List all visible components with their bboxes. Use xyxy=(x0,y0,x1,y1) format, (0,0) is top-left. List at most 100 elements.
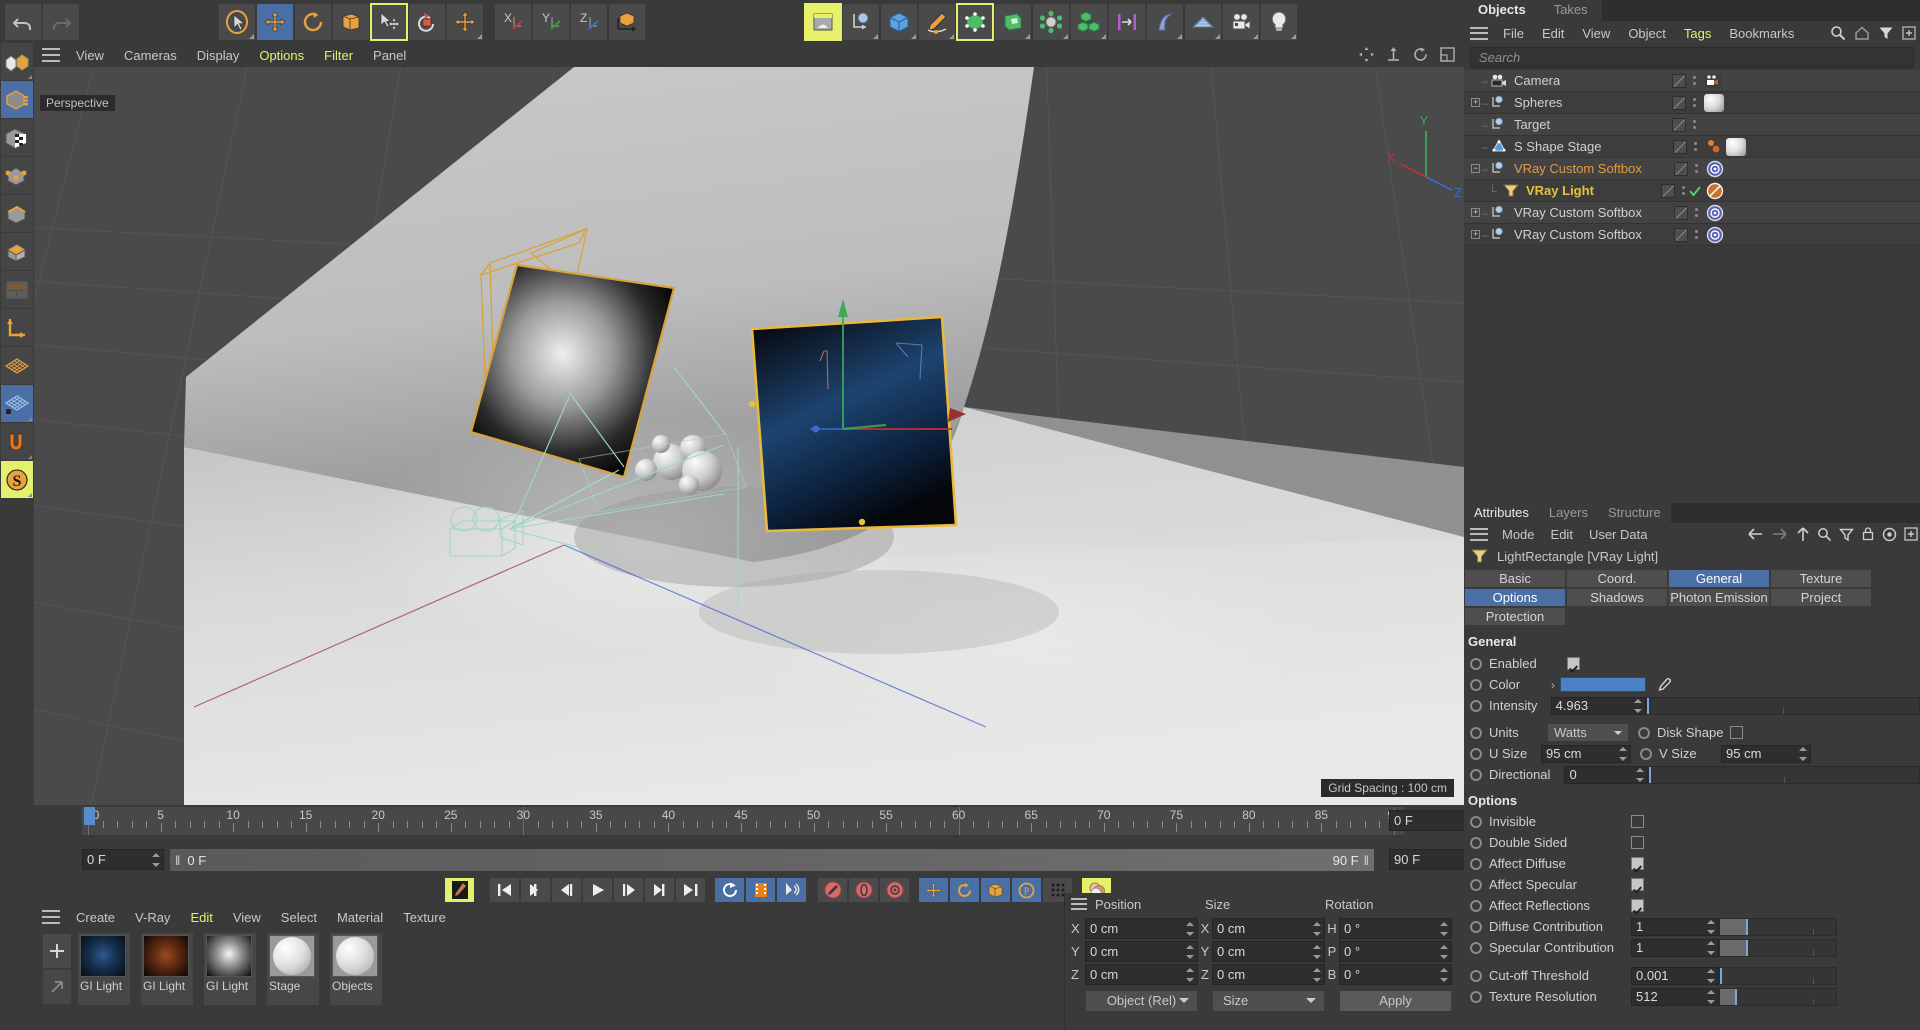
visibility-toggle[interactable] xyxy=(1673,140,1687,154)
viewport-hamburger-icon[interactable] xyxy=(42,48,60,62)
object-row-target[interactable]: – Target xyxy=(1464,114,1920,136)
current-frame-field[interactable]: 0 F xyxy=(82,849,164,870)
s-logo-icon[interactable]: S xyxy=(1,461,33,499)
next-frame-button[interactable] xyxy=(613,877,644,903)
vray-tag-icon[interactable] xyxy=(1705,138,1723,156)
rotate-object-tool[interactable] xyxy=(408,3,446,41)
enabled-checkbox[interactable] xyxy=(1567,657,1580,670)
rotation-h-spinner[interactable] xyxy=(1440,922,1448,936)
align-button[interactable] xyxy=(1108,3,1146,41)
expander-plus[interactable]: + xyxy=(1471,208,1480,217)
position-z-field[interactable]: 0 cm xyxy=(1085,964,1198,985)
material-menu-select[interactable]: Select xyxy=(271,908,327,927)
material-menu-material[interactable]: Material xyxy=(327,908,393,927)
mograph-button[interactable] xyxy=(1032,3,1070,41)
nurbs-button[interactable] xyxy=(1146,3,1184,41)
object-row-s-shape-stage[interactable]: – S Shape Stage xyxy=(1464,136,1920,158)
floor-environment-button[interactable] xyxy=(1184,3,1222,41)
move-axis-tool[interactable] xyxy=(446,3,484,41)
ptab-general[interactable]: General xyxy=(1668,569,1770,588)
double-sided-anim-dot[interactable] xyxy=(1470,837,1482,849)
tab-layers[interactable]: Layers xyxy=(1539,503,1598,523)
visibility-dots[interactable] xyxy=(1692,76,1696,85)
viewport-menu-filter[interactable]: Filter xyxy=(314,46,363,65)
orange-disc-tag-icon[interactable] xyxy=(1706,182,1724,200)
directional-spinner[interactable] xyxy=(1636,768,1644,782)
size-y-spinner[interactable] xyxy=(1313,945,1321,959)
add-material-button[interactable] xyxy=(42,933,72,969)
object-row-camera[interactable]: – Camera xyxy=(1464,70,1920,92)
add-panel-icon[interactable] xyxy=(1904,527,1918,541)
intensity-spinner[interactable] xyxy=(1634,699,1642,713)
workplane-lock-icon[interactable] xyxy=(1,385,33,423)
ptab-photon-emission[interactable]: Photon Emission xyxy=(1668,588,1770,607)
visibility-toggle[interactable] xyxy=(1672,96,1686,110)
visibility-toggle[interactable] xyxy=(1674,162,1688,176)
record-keyframe-button[interactable] xyxy=(444,877,475,903)
ptab-protection[interactable]: Protection xyxy=(1464,607,1566,626)
directional-field[interactable]: 0 xyxy=(1564,766,1647,784)
size-z-spinner[interactable] xyxy=(1313,968,1321,982)
diffuse-contribution-anim-dot[interactable] xyxy=(1470,921,1482,933)
maximize-view-icon[interactable] xyxy=(1439,46,1456,63)
target-tag-icon[interactable] xyxy=(1706,160,1724,178)
v-size-spinner[interactable] xyxy=(1799,747,1807,761)
viewport-3d-canvas[interactable]: Y X Z Perspective Grid Spacing : 100 cm xyxy=(34,67,1464,805)
affect-diffuse-anim-dot[interactable] xyxy=(1470,858,1482,870)
deformer-button[interactable] xyxy=(994,3,1032,41)
object-menu-bookmarks[interactable]: Bookmarks xyxy=(1720,24,1803,43)
specular-contribution-spinner[interactable] xyxy=(1707,941,1715,955)
generator-button[interactable] xyxy=(956,3,994,41)
affect-reflections-checkbox[interactable] xyxy=(1631,899,1644,912)
position-y-spinner[interactable] xyxy=(1186,945,1194,959)
cutoff-threshold-spinner[interactable] xyxy=(1707,969,1715,983)
size-x-field[interactable]: 0 cm xyxy=(1212,918,1325,939)
size-mode-dropdown[interactable]: Size xyxy=(1212,990,1325,1012)
expander-plus[interactable]: + xyxy=(1471,98,1480,107)
intensity-slider[interactable] xyxy=(1646,697,1920,715)
autokey-button[interactable] xyxy=(817,877,848,903)
visibility-dots[interactable] xyxy=(1692,98,1696,107)
cutoff-threshold-field[interactable]: 0.001 xyxy=(1631,967,1719,985)
forward-arrow-icon[interactable] xyxy=(1771,527,1789,541)
current-frame-spinner[interactable] xyxy=(152,853,160,867)
lock-z-axis-button[interactable]: Z xyxy=(570,3,608,41)
tab-takes[interactable]: Takes xyxy=(1540,0,1602,21)
tab-structure[interactable]: Structure xyxy=(1598,503,1671,523)
go-to-start-button[interactable] xyxy=(489,877,520,903)
viewport-menu-panel[interactable]: Panel xyxy=(363,46,416,65)
v-size-anim-dot[interactable] xyxy=(1640,748,1652,760)
visibility-dots[interactable] xyxy=(1693,142,1697,151)
color-swatch[interactable] xyxy=(1560,677,1646,692)
key-position-button[interactable] xyxy=(918,877,949,903)
visibility-toggle[interactable] xyxy=(1661,184,1675,198)
rotate-view-icon[interactable] xyxy=(1412,46,1429,63)
material-item[interactable]: Stage xyxy=(267,933,319,1005)
sound-playback-button[interactable] xyxy=(776,877,807,903)
ptab-options[interactable]: Options xyxy=(1464,588,1566,607)
visibility-dots[interactable] xyxy=(1681,186,1685,195)
size-y-field[interactable]: 0 cm xyxy=(1212,941,1325,962)
rotation-b-field[interactable]: 0 ° xyxy=(1339,964,1452,985)
v-size-field[interactable]: 95 cm xyxy=(1721,745,1811,763)
timeline-range-bar[interactable]: ‖ 0 F 90 F ‖ xyxy=(170,849,1374,871)
affect-specular-anim-dot[interactable] xyxy=(1470,879,1482,891)
object-menu-object[interactable]: Object xyxy=(1619,24,1675,43)
undo-button[interactable] xyxy=(4,3,42,41)
redo-button[interactable] xyxy=(42,3,80,41)
disk-shape-anim-dot[interactable] xyxy=(1638,727,1650,739)
object-search-input[interactable]: Search xyxy=(1470,47,1914,68)
object-row-vray-light[interactable]: └ VRay Light xyxy=(1464,180,1920,202)
key-parameter-button[interactable]: P xyxy=(1011,877,1042,903)
camera-tag-icon[interactable] xyxy=(1704,73,1724,89)
material-arrow-button[interactable] xyxy=(42,969,72,1005)
move-tool[interactable] xyxy=(256,3,294,41)
cube-primitive-button[interactable] xyxy=(880,3,918,41)
filter-icon[interactable] xyxy=(1839,527,1854,542)
null-object-button[interactable] xyxy=(842,3,880,41)
rotation-h-field[interactable]: 0 ° xyxy=(1339,918,1452,939)
attributes-menu-mode[interactable]: Mode xyxy=(1494,525,1543,544)
diffuse-contribution-field[interactable]: 1 xyxy=(1631,918,1719,936)
lock-icon[interactable] xyxy=(1861,526,1875,542)
position-z-spinner[interactable] xyxy=(1186,968,1194,982)
